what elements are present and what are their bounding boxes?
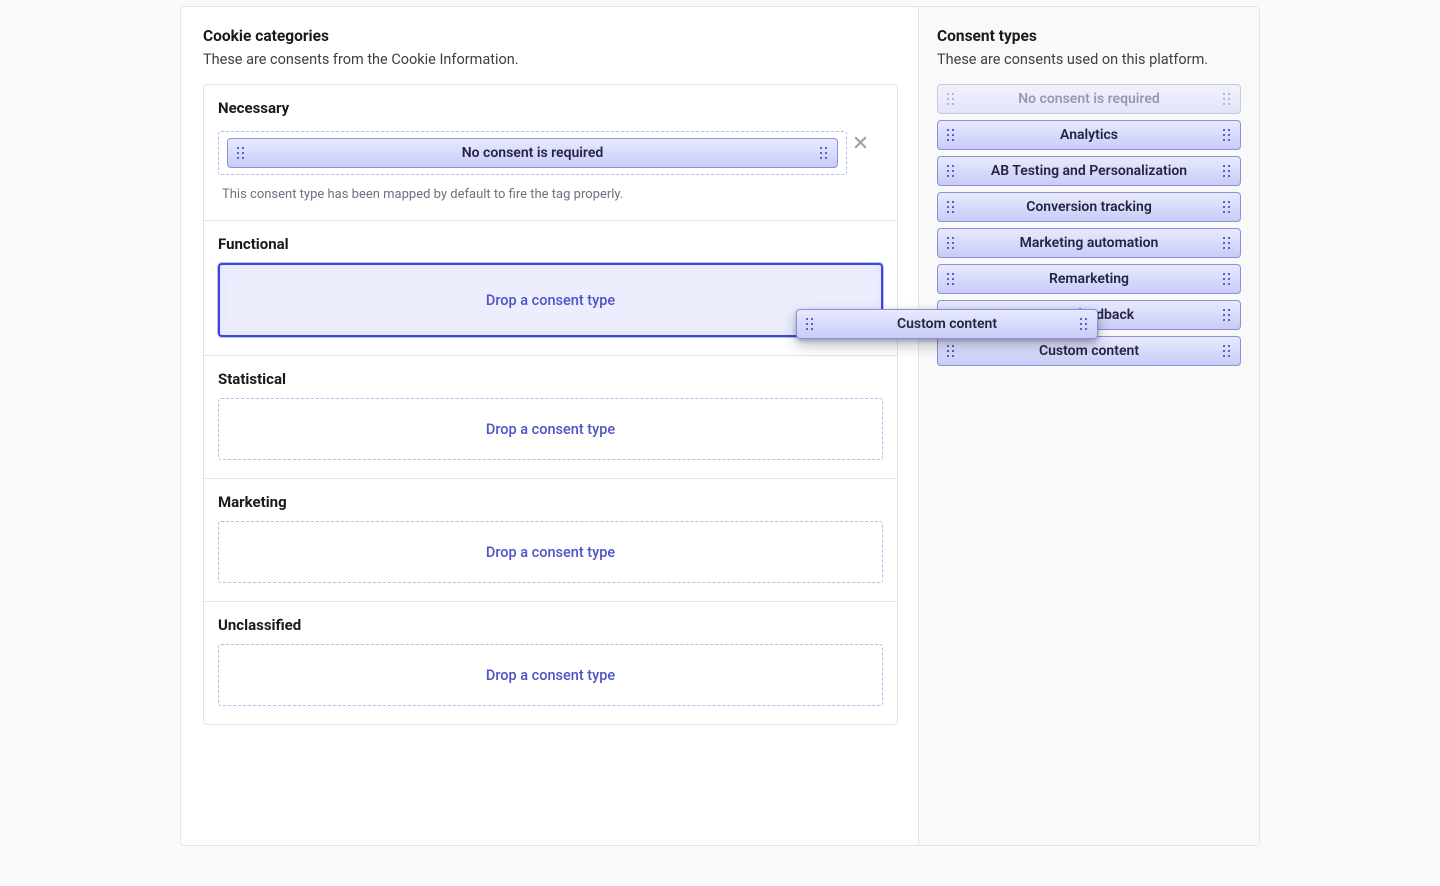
cookie-category-functional: Functional Drop a consent type	[204, 221, 897, 356]
drag-handle-icon[interactable]	[938, 157, 964, 185]
consent-drop-zone[interactable]: Drop a consent type	[218, 398, 883, 460]
drag-handle-icon[interactable]	[1214, 85, 1240, 113]
cookie-category-list: Necessary No consent is required	[203, 84, 898, 725]
drag-handle-icon[interactable]	[938, 193, 964, 221]
drag-handle-icon[interactable]	[1214, 301, 1240, 329]
drop-zone-label: Drop a consent type	[486, 544, 615, 561]
cookie-categories-sub: These are consents from the Cookie Infor…	[203, 49, 898, 70]
category-title: Statistical	[218, 370, 883, 388]
drag-handle-icon[interactable]	[938, 265, 964, 293]
drag-handle-icon[interactable]	[797, 310, 823, 338]
consent-mapping-panel: Cookie categories These are consents fro…	[180, 6, 1260, 846]
drag-handle-icon[interactable]	[1214, 121, 1240, 149]
category-title: Necessary	[218, 99, 883, 117]
consent-type-chip[interactable]: Marketing automation	[937, 228, 1241, 258]
consent-types-heading: Consent types	[937, 27, 1241, 45]
category-note: This consent type has been mapped by def…	[218, 187, 883, 202]
drag-handle-icon[interactable]	[938, 229, 964, 257]
drag-handle-icon[interactable]	[938, 121, 964, 149]
consent-type-chip[interactable]: Remarketing	[937, 264, 1241, 294]
consent-chip-no-consent[interactable]: No consent is required	[227, 138, 838, 168]
drag-handle-icon[interactable]	[938, 337, 964, 365]
consent-drop-zone[interactable]: Drop a consent type	[218, 644, 883, 706]
drag-handle-icon[interactable]	[1214, 337, 1240, 365]
remove-assignment-button[interactable]	[849, 131, 871, 153]
drag-handle-icon[interactable]	[1214, 157, 1240, 185]
consent-chip-label: Analytics	[964, 127, 1214, 143]
consent-chip-label: Custom content	[964, 343, 1214, 359]
consent-chip-label: Marketing automation	[964, 235, 1214, 251]
category-title: Unclassified	[218, 616, 883, 634]
drag-handle-icon[interactable]	[1214, 193, 1240, 221]
consent-type-chip[interactable]: AB Testing and Personalization	[937, 156, 1241, 186]
cookie-categories-column: Cookie categories These are consents fro…	[181, 7, 919, 845]
drop-zone-label: Drop a consent type	[486, 292, 615, 309]
consent-type-chip[interactable]: Analytics	[937, 120, 1241, 150]
category-title: Marketing	[218, 493, 883, 511]
cookie-category-necessary: Necessary No consent is required	[204, 85, 897, 221]
drag-handle-icon[interactable]	[811, 139, 837, 167]
drop-zone-label: Drop a consent type	[486, 667, 615, 684]
assigned-consent-slot[interactable]: No consent is required	[218, 131, 847, 175]
consent-drop-zone[interactable]: Drop a consent type	[218, 521, 883, 583]
consent-chip-label: Remarketing	[964, 271, 1214, 287]
consent-chip-dragging[interactable]: Custom content	[796, 309, 1098, 339]
drag-handle-icon[interactable]	[1214, 265, 1240, 293]
cookie-categories-heading: Cookie categories	[203, 27, 898, 45]
drag-handle-icon[interactable]	[1214, 229, 1240, 257]
consent-chip-label: Custom content	[823, 316, 1071, 332]
drop-zone-label: Drop a consent type	[486, 421, 615, 438]
consent-type-chip[interactable]: Conversion tracking	[937, 192, 1241, 222]
cookie-category-statistical: Statistical Drop a consent type	[204, 356, 897, 479]
cookie-category-unclassified: Unclassified Drop a consent type	[204, 602, 897, 724]
consent-chip-label: AB Testing and Personalization	[964, 163, 1214, 179]
cookie-category-marketing: Marketing Drop a consent type	[204, 479, 897, 602]
drag-handle-icon[interactable]	[1071, 310, 1097, 338]
drag-handle-icon[interactable]	[228, 139, 254, 167]
consent-chip-label: No consent is required	[254, 145, 811, 161]
consent-type-chip[interactable]: No consent is required	[937, 84, 1241, 114]
consent-chip-label: No consent is required	[964, 91, 1214, 107]
category-title: Functional	[218, 235, 883, 253]
consent-types-sub: These are consents used on this platform…	[937, 49, 1241, 70]
drag-handle-icon[interactable]	[938, 85, 964, 113]
consent-type-chip[interactable]: Custom content	[937, 336, 1241, 366]
consent-drop-zone-active[interactable]: Drop a consent type	[218, 263, 883, 337]
consent-types-column: Consent types These are consents used on…	[919, 7, 1259, 845]
consent-chip-label: Conversion tracking	[964, 199, 1214, 215]
